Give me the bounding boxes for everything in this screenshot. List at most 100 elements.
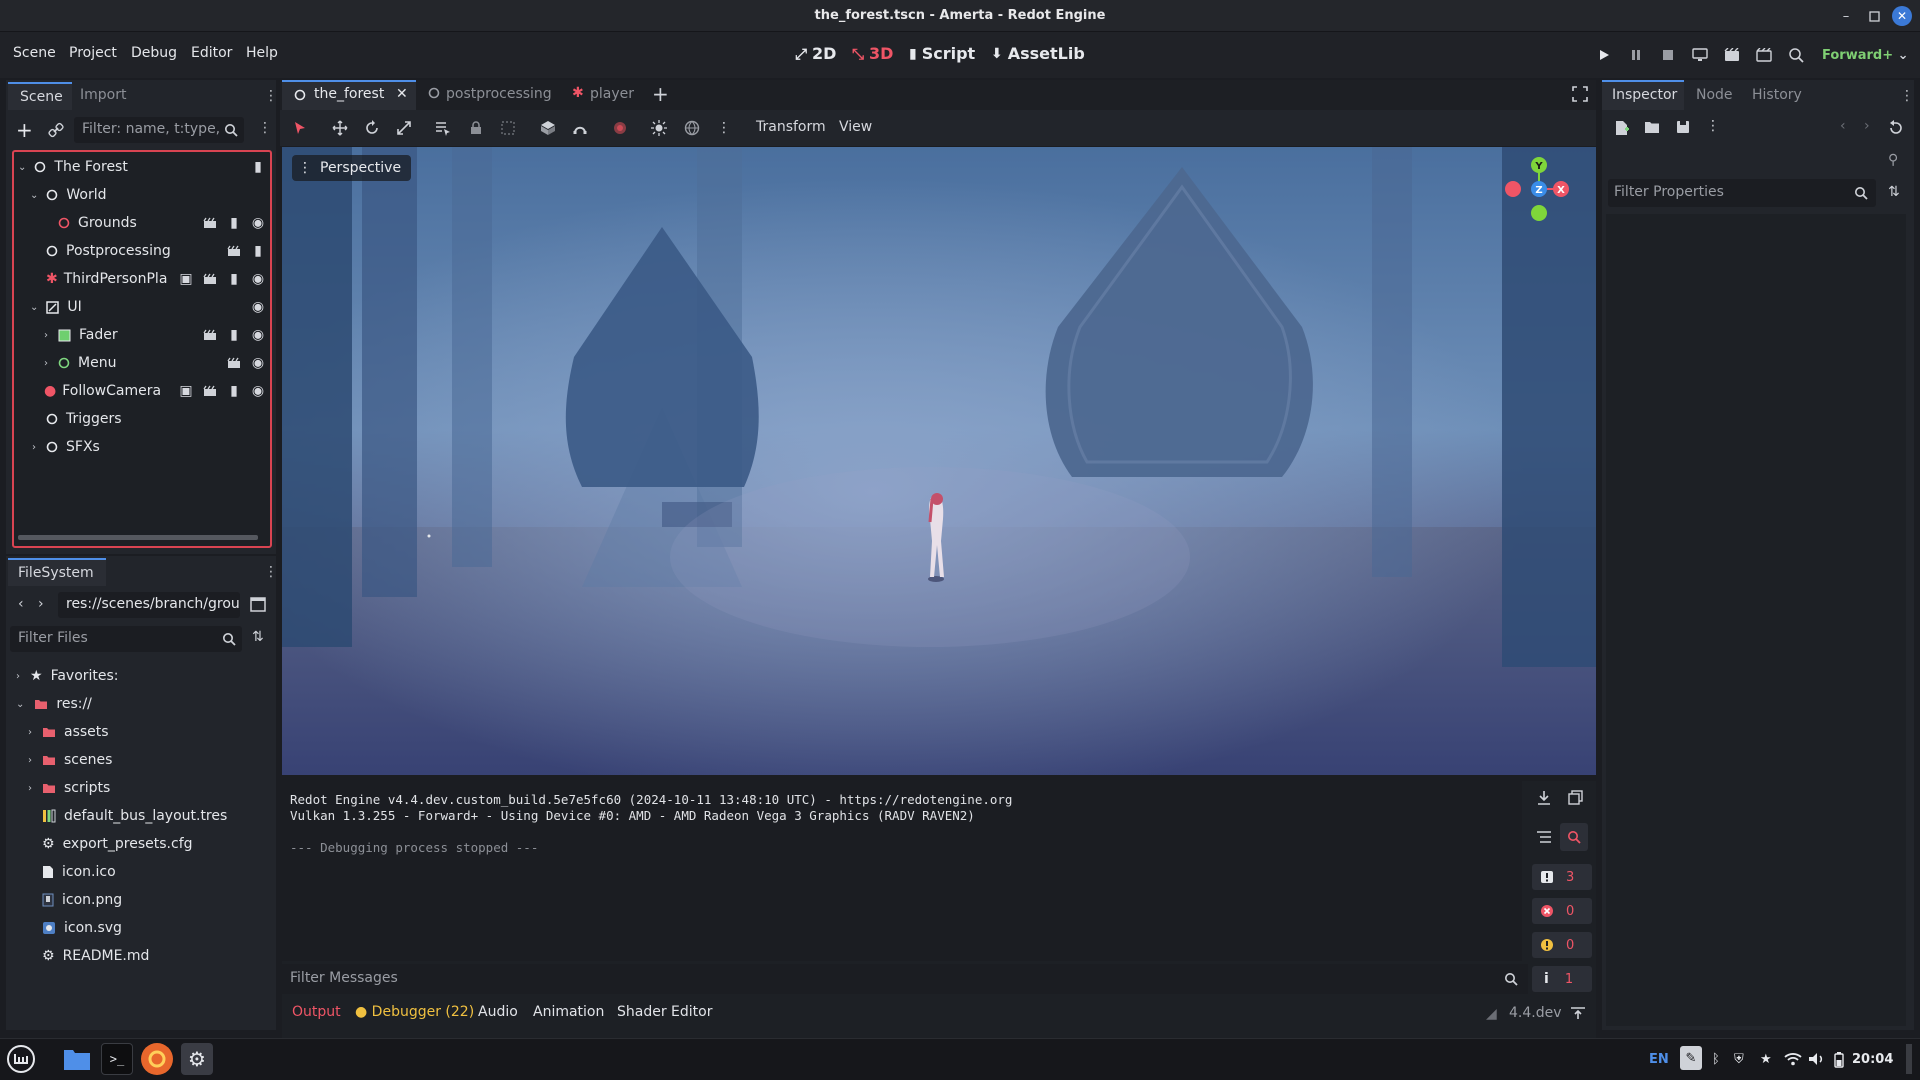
snap-icon[interactable] [569, 117, 591, 139]
move-tool-icon[interactable] [329, 117, 351, 139]
wifi-icon[interactable] [1784, 1052, 1802, 1066]
list-select-icon[interactable] [432, 117, 454, 139]
shield-icon[interactable]: ⛨ [1734, 1052, 1744, 1067]
preview-sun-icon[interactable] [609, 117, 631, 139]
fs-icon-svg[interactable]: icon.svg [42, 915, 122, 941]
fs-assets[interactable]: › assets [28, 719, 109, 745]
mint-menu-icon[interactable] [5, 1043, 37, 1075]
orientation-gizmo[interactable]: Y Z X [1504, 155, 1574, 227]
script-icon[interactable]: ▮ [226, 271, 242, 287]
forward-icon[interactable]: › [1864, 118, 1870, 134]
volume-icon[interactable] [1808, 1052, 1826, 1066]
minimize-button[interactable]: – [1836, 6, 1856, 26]
close-tab-icon[interactable]: ✕ [396, 86, 408, 102]
clapper-icon[interactable] [202, 383, 218, 399]
fs-icon-png[interactable]: icon.png [42, 887, 122, 913]
mode-assetlib-button[interactable]: ⬇ AssetLib [991, 44, 1085, 63]
more-options-icon[interactable]: ⋮ [1706, 118, 1720, 134]
script-icon[interactable]: ▮ [226, 215, 242, 231]
pinned-icon[interactable]: ▣ [178, 271, 194, 287]
mode-script-button[interactable]: ▮ Script [909, 44, 975, 63]
rotate-tool-icon[interactable] [361, 117, 383, 139]
fs-export-presets[interactable]: ⚙ export_presets.cfg [42, 831, 193, 857]
scene-filter-input[interactable]: Filter: name, t:type, [74, 117, 244, 143]
tab-shader-editor[interactable]: Shader Editor [617, 1004, 712, 1020]
fs-res-root[interactable]: ⌄ res:// [16, 691, 92, 717]
sort-icon[interactable]: ⇅ [252, 629, 264, 645]
keyboard-layout[interactable]: EN [1649, 1052, 1669, 1067]
tree-row-the-forest[interactable]: ⌄ The Forest [14, 154, 270, 180]
menu-debug[interactable]: Debug [131, 45, 177, 61]
mode-2d-button[interactable]: ⤢ 2D [795, 44, 836, 63]
files-icon[interactable] [61, 1043, 93, 1075]
fs-scripts[interactable]: › scripts [28, 775, 110, 801]
dock-menu-icon[interactable]: ⋮ [264, 564, 278, 580]
search-output-button[interactable] [1560, 823, 1588, 851]
group-icon[interactable] [497, 117, 519, 139]
collapse-icon[interactable] [1536, 829, 1552, 845]
menu-scene[interactable]: Scene [13, 45, 56, 61]
clapper-icon[interactable] [226, 355, 242, 371]
select-tool-icon[interactable] [289, 117, 311, 139]
fullscreen-icon[interactable] [1572, 86, 1588, 102]
messages-filter-toggle[interactable]: 3 [1532, 864, 1592, 890]
tab-filesystem[interactable]: FileSystem [8, 558, 106, 586]
sort-icon[interactable]: ⇅ [1888, 184, 1900, 200]
filter-messages-input[interactable]: Filter Messages [282, 964, 1528, 994]
tab-the-forest[interactable]: the_forest ✕ [282, 80, 416, 110]
tab-node[interactable]: Node [1696, 87, 1733, 103]
clapper-icon[interactable] [202, 215, 218, 231]
clapper-icon[interactable] [226, 243, 242, 259]
open-folder-icon[interactable] [1644, 120, 1660, 134]
star-icon[interactable]: ★ [1760, 1052, 1772, 1067]
warnings-filter-toggle[interactable]: 0 [1532, 932, 1592, 958]
script-icon[interactable]: ▮ [250, 159, 266, 175]
script-icon[interactable]: ▮ [226, 383, 242, 399]
script-icon[interactable]: ▮ [226, 327, 242, 343]
tab-output[interactable]: Output [292, 1004, 341, 1020]
back-icon[interactable]: ‹ [1840, 118, 1846, 134]
tab-audio[interactable]: Audio [478, 1004, 518, 1020]
more-options-icon[interactable]: ⋮ [713, 117, 735, 139]
tab-history[interactable]: History [1752, 87, 1802, 103]
filter-properties-input[interactable]: Filter Properties [1608, 179, 1876, 207]
back-icon[interactable]: ‹ [18, 596, 24, 612]
battery-icon[interactable] [1834, 1052, 1844, 1068]
tab-animation[interactable]: Animation [533, 1004, 604, 1020]
tree-row-sfxs[interactable]: › SFXs [14, 434, 270, 460]
forward-icon[interactable]: › [38, 596, 44, 612]
eye-icon[interactable]: ◉ [250, 271, 266, 287]
play-scene-icon[interactable] [1722, 46, 1742, 64]
clapper-icon[interactable] [202, 271, 218, 287]
show-desktop-button[interactable] [1906, 1044, 1912, 1074]
clear-output-icon[interactable] [1568, 790, 1584, 806]
tree-row-ui[interactable]: ⌄ UI [14, 294, 270, 320]
bluetooth-icon[interactable]: ᛒ [1712, 1052, 1720, 1067]
renderer-dropdown[interactable]: Forward+ ⌄ [1822, 48, 1909, 63]
menu-help[interactable]: Help [246, 45, 278, 61]
view-menu[interactable]: View [839, 119, 872, 135]
maximize-button[interactable] [1864, 6, 1884, 26]
sun-icon[interactable] [648, 117, 670, 139]
fs-readme[interactable]: ⚙ README.md [42, 943, 149, 969]
dock-menu-icon[interactable]: ⋮ [264, 88, 278, 104]
scale-tool-icon[interactable] [393, 117, 415, 139]
scene-tree-scrollbar[interactable] [18, 535, 258, 540]
environment-icon[interactable] [681, 117, 703, 139]
info-filter-toggle[interactable]: i 1 [1532, 966, 1592, 992]
new-resource-icon[interactable] [1614, 120, 1630, 136]
movie-maker-icon[interactable] [1786, 46, 1806, 64]
dock-menu-icon[interactable]: ⋮ [1900, 88, 1914, 104]
eye-icon[interactable]: ◉ [250, 383, 266, 399]
clapper-icon[interactable] [202, 327, 218, 343]
expand-panel-icon[interactable] [1570, 1006, 1586, 1020]
viewport-3d[interactable]: ⋮ Perspective Y Z X [282, 147, 1596, 775]
stop-button[interactable] [1658, 46, 1678, 64]
eye-icon[interactable]: ◉ [250, 355, 266, 371]
history-icon[interactable] [1888, 120, 1904, 136]
tab-inspector[interactable]: Inspector [1602, 80, 1684, 110]
tree-row-triggers[interactable]: Triggers [14, 406, 270, 432]
mode-3d-button[interactable]: ⤡ 3D [852, 44, 893, 63]
perspective-menu[interactable]: ⋮ Perspective [292, 155, 412, 181]
pause-button[interactable] [1626, 46, 1646, 64]
